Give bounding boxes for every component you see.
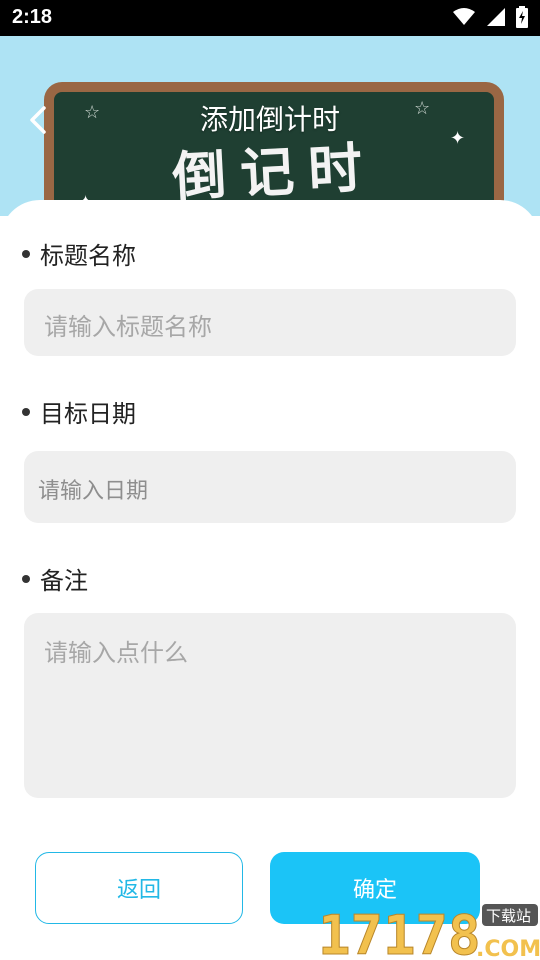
title-input[interactable]: 请输入标题名称 [24, 289, 516, 356]
note-label-text: 备注 [40, 567, 88, 595]
page-title: 添加倒计时 [199, 103, 340, 136]
site-watermark-logo: 17178 下载站 .COM [318, 904, 540, 960]
bullet-dot [22, 574, 30, 583]
date-input[interactable]: 请输入日期 [24, 451, 516, 523]
bullet-dot [22, 249, 30, 258]
signal-icon [487, 8, 505, 26]
note-field-label: 备注 [22, 561, 88, 596]
title-input-placeholder: 请输入标题名称 [44, 313, 212, 341]
note-textarea[interactable]: 请输入点什么 [24, 613, 516, 798]
wifi-icon [453, 8, 475, 25]
status-bar: 2:18 [0, 0, 540, 36]
back-button[interactable]: 返回 [35, 852, 243, 924]
watermark-domain: .COM [476, 937, 540, 960]
bullet-dot [22, 407, 30, 416]
header-banner: ☆ ☆ ✦ ✦ 倒记时 添加倒计时 [0, 36, 540, 216]
date-input-placeholder: 请输入日期 [38, 479, 149, 504]
date-label-text: 目标日期 [40, 400, 136, 428]
watermark-number: 17178 [318, 904, 481, 960]
note-input-placeholder: 请输入点什么 [44, 639, 188, 667]
status-time: 2:18 [12, 6, 53, 28]
title-label-text: 标题名称 [40, 242, 136, 270]
status-icons [452, 6, 528, 28]
back-button-label: 返回 [116, 878, 161, 903]
title-field-label: 标题名称 [22, 236, 136, 271]
watermark-tag: 下载站 [486, 907, 531, 925]
battery-icon [516, 6, 528, 28]
date-field-label: 目标日期 [22, 394, 136, 429]
